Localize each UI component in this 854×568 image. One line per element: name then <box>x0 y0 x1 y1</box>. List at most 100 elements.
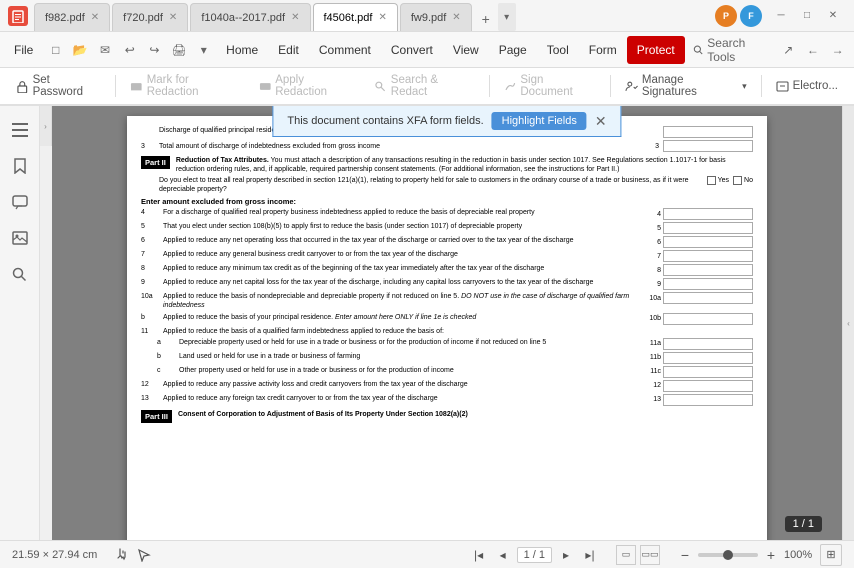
page-badge: 1 / 1 <box>785 516 822 532</box>
menu-item-home[interactable]: Home <box>216 36 268 64</box>
tab-fw9[interactable]: fw9.pdf ✕ <box>400 3 472 31</box>
electronic-button[interactable]: Electro... <box>768 72 846 100</box>
menu-icon-undo[interactable]: ↩ <box>117 36 142 64</box>
line-12: 12 Applied to reduce any passive activit… <box>141 380 753 392</box>
prev-page-button[interactable]: ◂ <box>493 545 513 565</box>
sidebar-icon-comment[interactable] <box>4 186 36 218</box>
sidebar-icon-image[interactable] <box>4 222 36 254</box>
menu-item-page[interactable]: Page <box>489 36 537 64</box>
tab-close-f1040a[interactable]: ✕ <box>291 13 299 23</box>
add-tab-button[interactable]: + <box>474 7 498 31</box>
highlight-popup-close[interactable]: ✕ <box>595 114 607 128</box>
menu-icon-open[interactable]: 📂 <box>68 36 93 64</box>
hand-tool-button[interactable] <box>113 546 131 564</box>
menu-icon-redo[interactable]: ↪ <box>142 36 167 64</box>
menu-icon-new[interactable]: □ <box>43 36 68 64</box>
menu-item-protect[interactable]: Protect <box>627 36 685 64</box>
field-9[interactable] <box>663 278 753 290</box>
close-button[interactable]: ✕ <box>820 3 846 29</box>
yes-checkbox-label: Yes <box>707 176 729 185</box>
select-tool-button[interactable] <box>135 546 153 564</box>
avatar-1: P <box>715 5 737 27</box>
tab-close-f982[interactable]: ✕ <box>91 13 99 23</box>
line-7: 7 Applied to reduce any general business… <box>141 250 753 262</box>
nav-controls: |◂ ◂ 1 / 1 ▸ ▸| <box>469 545 600 565</box>
sidebar-icon-bookmark[interactable] <box>4 150 36 182</box>
menu-icon-back[interactable]: ← <box>801 36 826 64</box>
sidebar-icon-menu[interactable] <box>4 114 36 146</box>
title-bar: f982.pdf ✕ f720.pdf ✕ f1040a--2017.pdf ✕… <box>0 0 854 32</box>
line-11: 11 Applied to reduce the basis of a qual… <box>141 327 753 336</box>
line-10b: b Applied to reduce the basis of your pr… <box>141 313 753 325</box>
menu-item-view[interactable]: View <box>443 36 489 64</box>
tab-close-f720[interactable]: ✕ <box>169 13 177 23</box>
sign-document-button[interactable]: Sign Document <box>496 72 605 100</box>
highlight-fields-button[interactable]: Highlight Fields <box>492 112 587 130</box>
menu-item-tool[interactable]: Tool <box>537 36 579 64</box>
set-password-button[interactable]: Set Password <box>8 72 109 100</box>
menu-icon-email[interactable]: ✉ <box>93 36 118 64</box>
highlight-fields-popup: This document contains XFA form fields. … <box>272 106 621 137</box>
tab-f720[interactable]: f720.pdf ✕ <box>112 3 188 31</box>
pdf-scroll-area[interactable]: Discharge of qualified principal residen… <box>52 106 842 540</box>
field-13[interactable] <box>663 394 753 406</box>
first-page-button[interactable]: |◂ <box>469 545 489 565</box>
field-6[interactable] <box>663 236 753 248</box>
field-11c[interactable] <box>663 366 753 378</box>
toolbar-sep-1 <box>115 75 116 97</box>
menu-item-convert[interactable]: Convert <box>381 36 443 64</box>
fit-page-button[interactable]: ⊞ <box>820 544 842 566</box>
no-checkbox[interactable] <box>733 176 742 185</box>
single-page-button[interactable]: ▭ <box>616 545 636 565</box>
enter-amount-header: Enter amount excluded from gross income: <box>141 197 753 206</box>
menu-item-edit[interactable]: Edit <box>268 36 309 64</box>
field-11b[interactable] <box>663 352 753 364</box>
tab-close-fw9[interactable]: ✕ <box>452 13 460 23</box>
yes-no-row: Do you elect to treat all real property … <box>141 176 753 194</box>
menu-icon-forward[interactable]: → <box>825 36 850 64</box>
search-redact-button[interactable]: Search & Redact <box>366 72 483 100</box>
yes-checkbox[interactable] <box>707 176 716 185</box>
field-10a[interactable] <box>663 292 753 304</box>
menu-item-form[interactable]: Form <box>579 36 627 64</box>
maximize-button[interactable]: □ <box>794 3 820 29</box>
search-tools-button[interactable]: Search Tools <box>685 36 776 64</box>
zoom-in-button[interactable]: + <box>762 546 780 564</box>
tab-overflow-button[interactable]: ▾ <box>498 3 516 31</box>
field-10b[interactable] <box>663 313 753 325</box>
field-12[interactable] <box>663 380 753 392</box>
field-8[interactable] <box>663 264 753 276</box>
menu-item-comment[interactable]: Comment <box>309 36 381 64</box>
zoom-slider[interactable] <box>698 553 758 557</box>
sidebar-icon-search[interactable] <box>4 258 36 290</box>
field-4[interactable] <box>663 208 753 220</box>
tab-f982[interactable]: f982.pdf ✕ <box>34 3 110 31</box>
field-7[interactable] <box>663 250 753 262</box>
menu-icon-share[interactable]: ↗ <box>776 36 801 64</box>
toolbar-sep-2 <box>489 75 490 97</box>
no-checkbox-label: No <box>733 176 753 185</box>
manage-signatures-button[interactable]: Manage Signatures ▾ <box>617 72 754 100</box>
status-bar: 21.59 × 27.94 cm |◂ ◂ 1 / 1 ▸ ▸| ▭ ▭▭ − … <box>0 540 854 568</box>
menu-icon-print[interactable]: 🖨 <box>167 36 192 64</box>
field-11a[interactable] <box>663 338 753 350</box>
field-3[interactable] <box>663 140 753 152</box>
tab-close-f4506t[interactable]: ✕ <box>378 13 386 23</box>
field-5[interactable] <box>663 222 753 234</box>
last-page-button[interactable]: ▸| <box>580 545 600 565</box>
field-discharge[interactable] <box>663 126 753 138</box>
toolbar-sep-4 <box>761 75 762 97</box>
two-page-button[interactable]: ▭▭ <box>640 545 660 565</box>
pdf-row-3: 3 Total amount of discharge of indebtedn… <box>141 140 753 152</box>
apply-redaction-button[interactable]: Apply Redaction <box>251 72 365 100</box>
zoom-out-button[interactable]: − <box>676 546 694 564</box>
menu-item-file[interactable]: File <box>4 36 43 64</box>
tab-f4506t[interactable]: f4506t.pdf ✕ <box>313 3 398 31</box>
left-sidebar-toggle[interactable]: › <box>40 106 52 146</box>
tab-f1040a[interactable]: f1040a--2017.pdf ✕ <box>190 3 310 31</box>
minimize-button[interactable]: ─ <box>768 3 794 29</box>
menu-icon-more[interactable]: ▾ <box>191 36 216 64</box>
mark-for-redaction-button[interactable]: Mark for Redaction <box>122 72 249 100</box>
right-sidebar-toggle[interactable]: ‹ <box>842 106 854 540</box>
next-page-button[interactable]: ▸ <box>556 545 576 565</box>
